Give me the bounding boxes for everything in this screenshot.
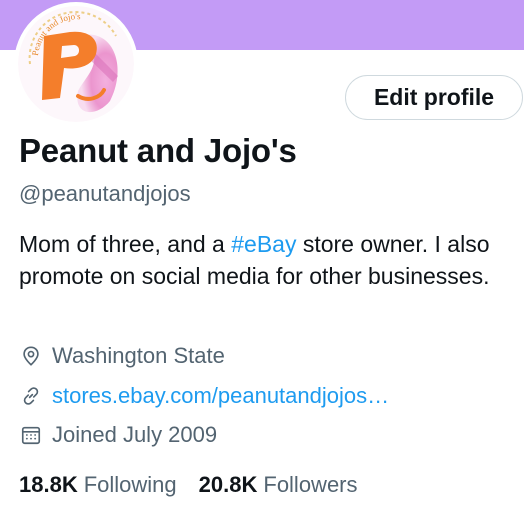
following-count-link[interactable]: 18.8K Following (19, 472, 177, 498)
location-text: Washington State (52, 343, 225, 368)
followers-count: 20.8K (198, 472, 258, 497)
edit-profile-button[interactable]: Edit profile (345, 75, 523, 120)
website-link[interactable]: stores.ebay.com/peanutandjojos… (52, 383, 389, 409)
location-pin-icon (19, 344, 43, 368)
profile-bio: Mom of three, and a #eBay store owner. I… (19, 228, 509, 292)
profile-website: stores.ebay.com/peanutandjojos… (19, 383, 389, 409)
bio-text-start: Mom of three, and a (19, 231, 232, 257)
peanut-and-jojos-logo-icon: Peanut and Jojo's (18, 6, 134, 122)
joined-text: Joined July 2009 (52, 422, 218, 447)
user-handle: @peanutandjojos (19, 181, 191, 206)
following-label: Following (83, 472, 177, 497)
avatar[interactable]: Peanut and Jojo's (14, 2, 138, 126)
link-icon (19, 384, 43, 408)
followers-count-link[interactable]: 20.8K Followers (199, 472, 358, 498)
followers-label: Followers (263, 472, 358, 497)
follow-stats: 18.8K Following 20.8K Followers (19, 472, 358, 498)
calendar-icon (19, 423, 43, 447)
display-name: Peanut and Jojo's (19, 132, 297, 169)
bio-hashtag-link[interactable]: #eBay (231, 231, 296, 257)
profile-location: Washington State (19, 343, 225, 369)
profile-page: Peanut and Jojo's Edit profile Peanut an… (0, 0, 524, 525)
profile-joined-date: Joined July 2009 (19, 422, 217, 448)
following-count: 18.8K (19, 472, 78, 497)
